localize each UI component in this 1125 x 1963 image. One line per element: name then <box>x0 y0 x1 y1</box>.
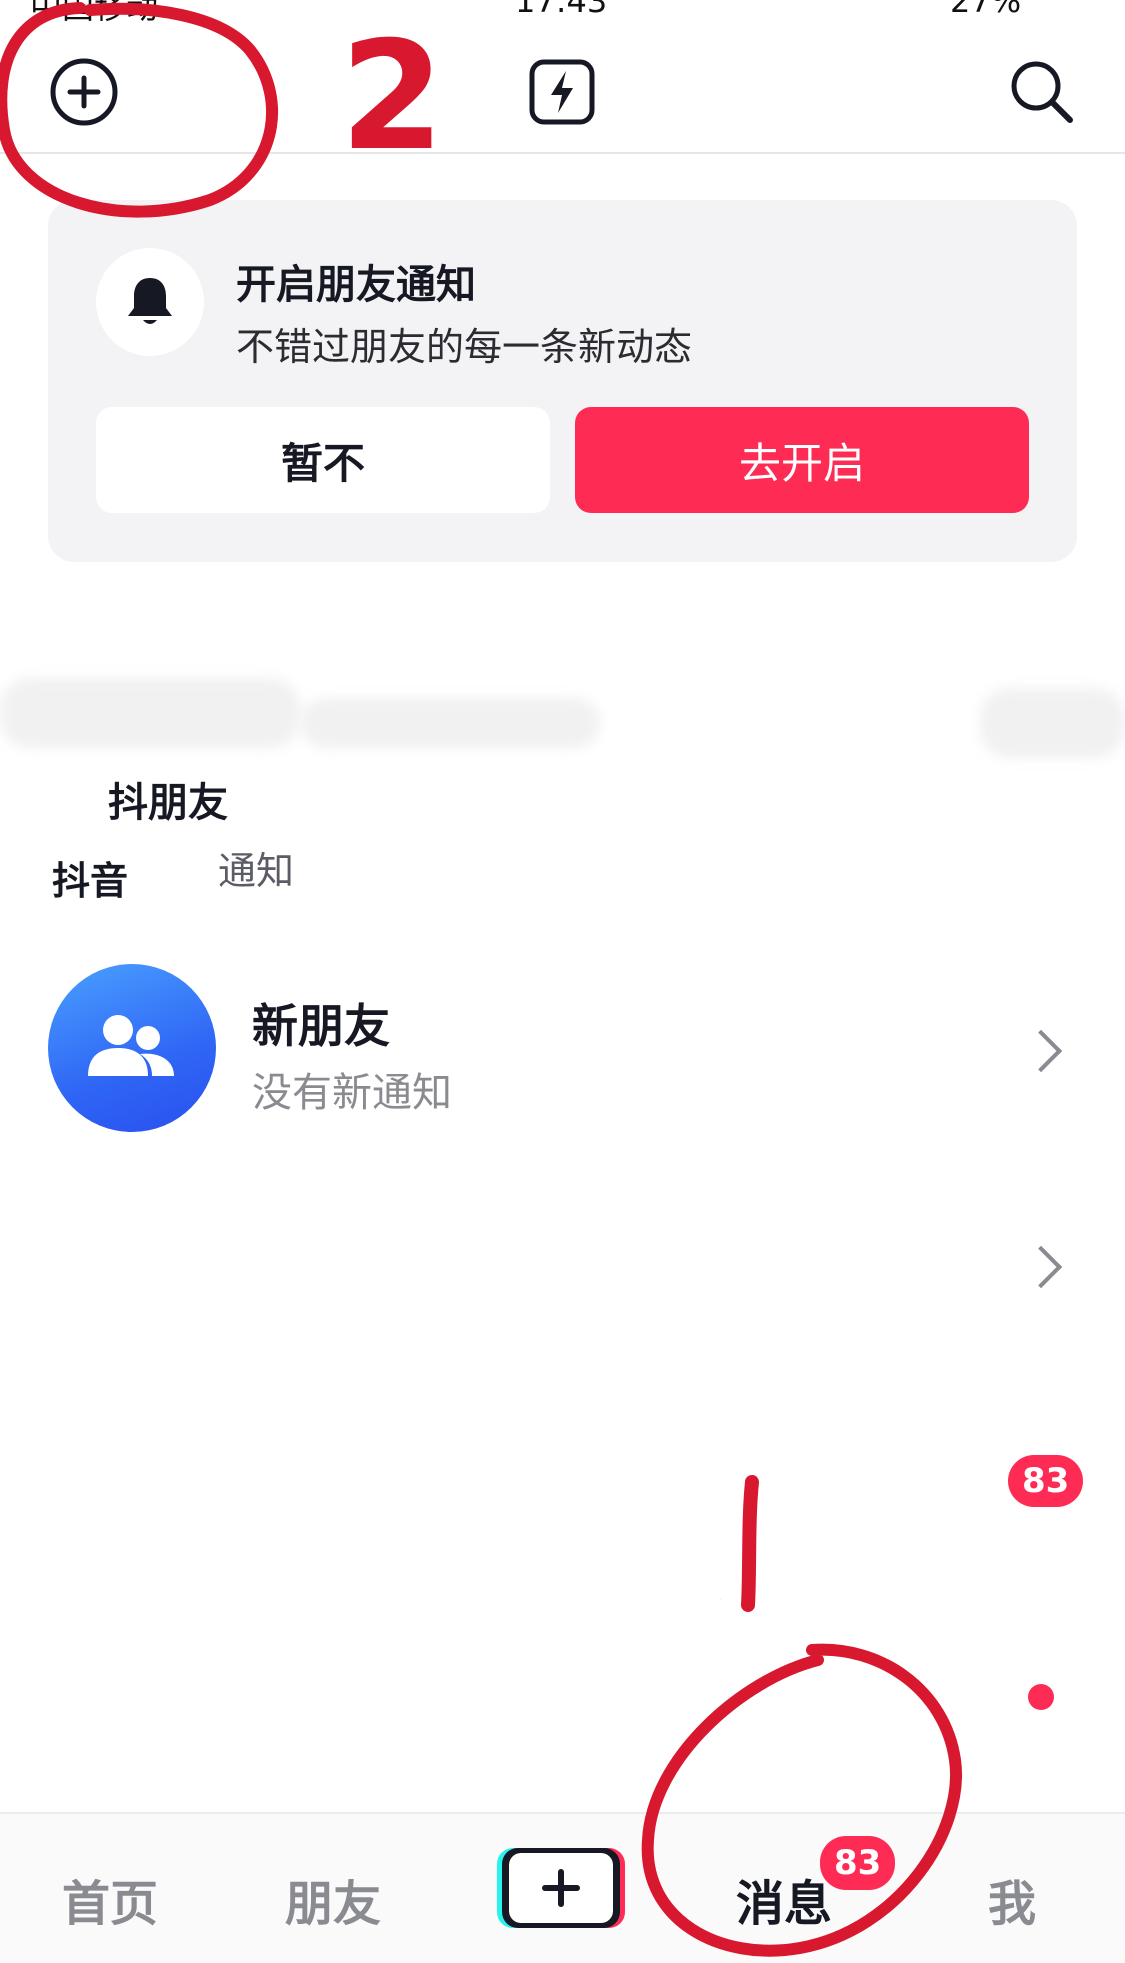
blurred-label-a: 抖朋友 <box>108 780 228 826</box>
top-bar <box>0 20 1125 154</box>
list-item-new-friends[interactable]: 新朋友 没有新通知 <box>0 964 1125 1134</box>
stroke-mark <box>741 1475 759 1612</box>
smudged-region <box>0 668 1125 758</box>
battery-label: 27% <box>950 0 1022 20</box>
bottom-nav: 首页 朋友 消息 83 我 <box>0 1812 1125 1963</box>
unread-badge: 83 <box>1008 1455 1084 1507</box>
flash-box-icon[interactable] <box>522 52 602 132</box>
search-icon[interactable] <box>1002 52 1082 132</box>
annotation-mark-1: 1 <box>720 1599 721 1601</box>
tab-friends[interactable]: 朋友 <box>285 1864 381 1934</box>
new-friends-title: 新朋友 <box>252 999 390 1053</box>
plus-icon <box>509 1853 613 1923</box>
status-bar: 中国移动 17:43 27% <box>0 0 1125 26</box>
friends-group-icon <box>48 964 216 1132</box>
add-circle-icon[interactable] <box>44 52 124 132</box>
notice-title: 开启朋友通知 <box>236 262 476 308</box>
tab-messages[interactable]: 消息 <box>736 1864 832 1934</box>
notice-subtitle: 不错过朋友的每一条新动态 <box>236 325 693 369</box>
tab-home[interactable]: 首页 <box>62 1864 158 1934</box>
status-time: 17:43 <box>515 0 608 20</box>
create-button[interactable] <box>502 1848 620 1928</box>
unread-dot <box>1028 1684 1054 1710</box>
new-friends-subtitle: 没有新通知 <box>252 1070 452 1116</box>
blurred-label-c: 通知 <box>218 849 295 893</box>
list-item[interactable] <box>0 1180 1125 1350</box>
bell-icon <box>96 248 204 356</box>
chevron-right-icon <box>1019 1245 1063 1289</box>
messages-badge: 83 <box>820 1836 896 1890</box>
enable-notice-button[interactable]: 去开启 <box>575 407 1029 513</box>
friend-notice-card: 开启朋友通知 不错过朋友的每一条新动态 暂不 去开启 <box>48 200 1077 562</box>
not-now-button[interactable]: 暂不 <box>96 407 550 513</box>
tab-me[interactable]: 我 <box>988 1864 1036 1934</box>
blurred-label-b: 抖音 <box>52 859 129 903</box>
chevron-right-icon <box>1019 1029 1063 1073</box>
